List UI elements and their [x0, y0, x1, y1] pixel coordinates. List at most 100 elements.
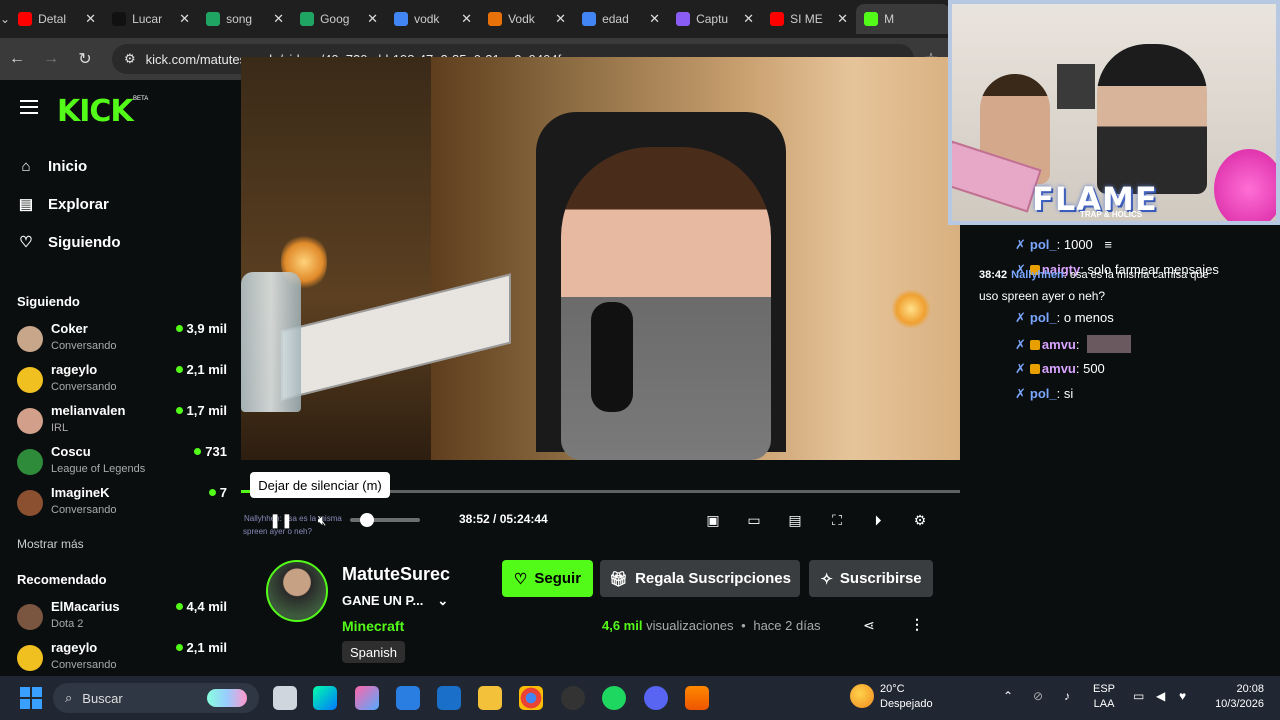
store-icon[interactable] — [396, 686, 420, 710]
discord-icon[interactable] — [644, 686, 668, 710]
close-icon[interactable]: ✕ — [85, 11, 96, 27]
channel-name: rageylo — [51, 640, 98, 655]
sidebar-channel-coker[interactable]: Coker Conversando 3,9 mil — [17, 321, 227, 357]
copilot-icon[interactable] — [355, 686, 379, 710]
theater-button[interactable]: ▤ — [786, 510, 804, 530]
video-player[interactable] — [241, 57, 960, 460]
chat-user[interactable]: amvu — [1042, 337, 1076, 352]
close-icon[interactable]: ✕ — [461, 11, 472, 27]
subscribe-button[interactable]: ✧ Suscribirse — [809, 560, 933, 597]
taskbar-search[interactable]: ⌕ Buscar — [53, 683, 259, 713]
video-frame-streamer — [561, 147, 771, 460]
sidebar-channel-imaginek[interactable]: ImagineK Conversando 7 — [17, 485, 227, 521]
display-icon[interactable]: ▭ — [1133, 689, 1144, 704]
follow-button[interactable]: ♡ Seguir — [502, 560, 593, 597]
chat-user[interactable]: pol_ — [1030, 310, 1057, 325]
fullscreen-button[interactable]: ⛶ — [828, 510, 846, 530]
browser-tab[interactable]: Goog ✕ — [292, 4, 386, 34]
language-indicator[interactable]: ESP LAA — [1093, 682, 1115, 712]
more-options-icon[interactable]: ⋮ — [910, 616, 924, 633]
browser-tab[interactable]: Lucar ✕ — [104, 4, 198, 34]
volume-slider[interactable] — [350, 513, 420, 527]
category-link[interactable]: Minecraft — [342, 618, 404, 634]
kick-logo[interactable]: KICK — [57, 94, 134, 129]
file-explorer-icon[interactable] — [478, 686, 502, 710]
browser-tab[interactable]: Vodk ✕ — [480, 4, 574, 34]
settings-button[interactable]: ⚙ — [910, 510, 930, 530]
avatar — [17, 367, 43, 393]
miniplayer-button[interactable]: ▣ — [704, 510, 722, 530]
notification-icon[interactable]: ♥ — [1179, 689, 1186, 704]
show-more-link[interactable]: Mostrar más — [17, 537, 84, 551]
tab-search-icon[interactable]: ⌄ — [0, 0, 10, 38]
mute-button[interactable]: 🔇︎ — [312, 510, 332, 530]
chat-user[interactable]: pol_ — [1030, 237, 1057, 252]
browser-tab[interactable]: M — [856, 4, 951, 34]
stream-title[interactable]: GANE UN P... ⌄ — [342, 593, 448, 609]
sidebar-channel-rageylo[interactable]: rageylo Conversando 2,1 mil — [17, 362, 227, 398]
network-off-icon[interactable]: ⊘ — [1033, 689, 1043, 704]
browser-tab[interactable]: Detal ✕ — [10, 4, 104, 34]
chevron-down-icon[interactable]: ⌄ — [437, 593, 448, 608]
site-info-icon[interactable]: ⚙ — [124, 51, 136, 67]
weather-icon[interactable] — [850, 684, 874, 708]
nav-explorar[interactable]: ▤ Explorar — [18, 195, 109, 214]
close-icon[interactable]: ✕ — [649, 11, 660, 27]
vlc-icon[interactable] — [685, 686, 709, 710]
windows-start-icon[interactable] — [20, 687, 42, 709]
close-icon[interactable]: ✕ — [367, 11, 378, 27]
video-frame-lamp-right — [891, 289, 931, 329]
browser-tab[interactable]: vodk ✕ — [386, 4, 480, 34]
spotify-icon[interactable] — [602, 686, 626, 710]
close-icon[interactable]: ✕ — [179, 11, 190, 27]
reload-icon[interactable]: ↻ — [68, 49, 102, 69]
menu-icon[interactable] — [20, 100, 38, 114]
viewer-count: 7 — [209, 485, 227, 500]
chrome-icon[interactable] — [519, 686, 543, 710]
pause-button[interactable]: ❚❚ — [269, 510, 292, 530]
channel-avatar[interactable] — [266, 560, 328, 622]
wrench-icon: ✗ — [1015, 361, 1026, 376]
language-tag[interactable]: Spanish — [342, 641, 405, 663]
chevron-up-icon[interactable]: ⌃ — [1003, 689, 1013, 704]
chat-user[interactable]: Nallyhhen — [1011, 269, 1064, 281]
sidebar-channel-rageylo[interactable]: rageylo Conversando 2,1 mil — [17, 640, 227, 676]
avatar — [17, 645, 43, 671]
chat-user[interactable]: amvu — [1042, 361, 1076, 376]
sidebar-channel-coscu[interactable]: Coscu League of Legends 731 — [17, 444, 227, 480]
browser-tab[interactable]: SI ME ✕ — [762, 4, 856, 34]
channel-name[interactable]: MatuteSurec — [342, 564, 450, 585]
chat-user[interactable]: pol_ — [1030, 386, 1057, 401]
tab-favicon-icon — [488, 12, 503, 26]
sidebar-channel-elmacarius[interactable]: ElMacarius Dota 2 4,4 mil — [17, 599, 227, 635]
gift-subs-button[interactable]: 🎁︎ Regala Suscripciones — [600, 560, 800, 597]
task-view-icon[interactable] — [273, 686, 297, 710]
share-icon[interactable]: ⋖ — [863, 617, 875, 634]
browser-tab[interactable]: edad ✕ — [574, 4, 668, 34]
edge-icon[interactable] — [313, 686, 337, 710]
close-icon[interactable]: ✕ — [743, 11, 754, 27]
playback-speed-button[interactable]: ⏵ — [868, 510, 888, 530]
channel-name: ImagineK — [51, 485, 110, 500]
back-icon[interactable]: ← — [0, 50, 34, 68]
close-icon[interactable]: ✕ — [837, 11, 848, 27]
volume-knob[interactable] — [360, 513, 374, 527]
clock[interactable]: 20:08 10/3/2026 — [1208, 682, 1264, 712]
browser-tab[interactable]: song ✕ — [198, 4, 292, 34]
stream-title-text: GANE UN P... — [342, 593, 424, 608]
nav-inicio[interactable]: ⌂ Inicio — [18, 158, 87, 175]
sidebar-channel-melianvalen[interactable]: melianvalen IRL 1,7 mil — [17, 403, 227, 439]
browser-tab[interactable]: Captu ✕ — [668, 4, 762, 34]
nav-siguiendo[interactable]: ♡ Siguiendo — [18, 233, 120, 252]
outlook-icon[interactable] — [437, 686, 461, 710]
close-icon[interactable]: ✕ — [555, 11, 566, 27]
weather-widget[interactable]: 20°C Despejado — [880, 682, 933, 712]
tab-favicon-icon — [770, 12, 785, 26]
close-icon[interactable]: ✕ — [273, 11, 284, 27]
tab-favicon-icon — [864, 12, 879, 26]
microphone-icon[interactable]: ♪ — [1064, 689, 1070, 704]
obs-icon[interactable] — [561, 686, 585, 710]
clip-button[interactable]: ▭ — [745, 510, 763, 530]
forward-icon[interactable]: → — [34, 50, 68, 68]
volume-icon[interactable]: ◀︎ — [1156, 689, 1165, 704]
